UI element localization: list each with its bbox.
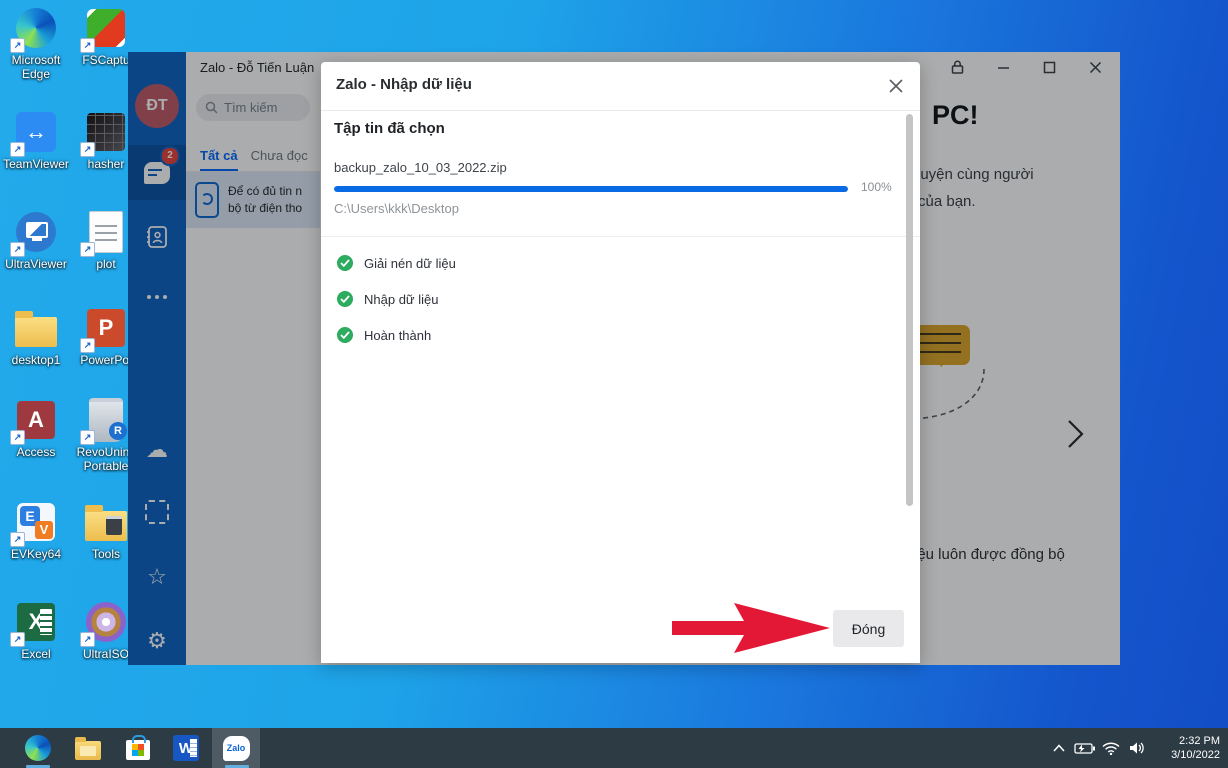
check-circle-icon — [337, 255, 353, 271]
shortcut-arrow-icon: ↗ — [80, 430, 95, 445]
shortcut-arrow-icon: ↗ — [80, 142, 95, 157]
step-complete: Hoàn thành — [337, 327, 431, 343]
shortcut-arrow-icon: ↗ — [80, 38, 95, 53]
step-label: Nhập dữ liệu — [364, 292, 438, 307]
desktop-icon-desktop1[interactable]: desktop1 — [0, 306, 72, 367]
desktop-icon-label: Access — [0, 445, 72, 459]
desktop-icon-label: EVKey64 — [0, 547, 72, 561]
desktop-icon-teamviewer[interactable]: ↔↗ TeamViewer — [0, 110, 72, 171]
file-path: C:\Users\kkk\Desktop — [334, 201, 459, 216]
import-dialog: Zalo - Nhập dữ liệu Tập tin đã chọn back… — [321, 62, 920, 663]
shortcut-arrow-icon: ↗ — [10, 38, 25, 53]
taskbar-edge-button[interactable] — [16, 728, 60, 768]
step-label: Hoàn thành — [364, 328, 431, 343]
shortcut-arrow-icon: ↗ — [80, 242, 95, 257]
desktop-icon-label: Excel — [0, 647, 72, 661]
progress-bar — [334, 186, 848, 192]
backup-file-name: backup_zalo_10_03_2022.zip — [334, 160, 507, 175]
desktop-icon-label: desktop1 — [0, 353, 72, 367]
shortcut-arrow-icon: ↗ — [10, 532, 25, 547]
taskbar-zalo-button[interactable]: Zalo — [212, 728, 260, 768]
desktop-icon-label: TeamViewer — [0, 157, 72, 171]
tools-folder-icon — [85, 511, 127, 541]
step-extract: Giải nén dữ liệu — [337, 255, 456, 271]
divider — [321, 236, 920, 237]
clock-date: 3/10/2022 — [1154, 748, 1220, 762]
dialog-header: Zalo - Nhập dữ liệu — [321, 62, 920, 111]
shortcut-arrow-icon: ↗ — [10, 242, 25, 257]
desktop-icon-evkey64[interactable]: ↗ EVKey64 — [0, 500, 72, 561]
volume-icon[interactable] — [1124, 728, 1150, 768]
folder-icon — [15, 317, 57, 347]
shortcut-arrow-icon: ↗ — [80, 632, 95, 647]
dialog-close-icon[interactable] — [888, 78, 904, 94]
shortcut-arrow-icon: ↗ — [10, 430, 25, 445]
taskbar-store-button[interactable] — [116, 728, 160, 768]
red-arrow-annotation — [660, 598, 840, 662]
desktop-icon-ultraviewer[interactable]: ↗ UltraViewer — [0, 210, 72, 271]
check-circle-icon — [337, 291, 353, 307]
step-import: Nhập dữ liệu — [337, 291, 438, 307]
word-icon: W — [173, 735, 199, 761]
desktop-icon-label: UltraViewer — [0, 257, 72, 271]
taskbar-explorer-button[interactable] — [66, 728, 110, 768]
progress-fill — [334, 186, 848, 192]
check-circle-icon — [337, 327, 353, 343]
shortcut-arrow-icon: ↗ — [10, 632, 25, 647]
dialog-scrollbar-thumb[interactable] — [906, 114, 913, 506]
desktop-icon-label: Microsoft Edge — [0, 53, 72, 81]
tray-chevron-up-icon[interactable] — [1046, 728, 1072, 768]
clock-time: 2:32 PM — [1154, 734, 1220, 748]
taskbar: W Zalo 2:32 PM 3/10/2022 — [0, 728, 1228, 768]
desktop-icon-access[interactable]: A↗ Access — [0, 398, 72, 459]
taskbar-word-button[interactable]: W — [164, 728, 208, 768]
selected-file-heading: Tập tin đã chọn — [334, 120, 445, 137]
zalo-icon: Zalo — [223, 736, 250, 761]
file-explorer-icon — [75, 741, 101, 760]
desktop-icon-excel[interactable]: X↗ Excel — [0, 600, 72, 661]
close-dialog-button[interactable]: Đóng — [833, 610, 904, 647]
taskbar-clock[interactable]: 2:32 PM 3/10/2022 — [1154, 734, 1228, 762]
dialog-title: Zalo - Nhập dữ liệu — [336, 76, 472, 93]
desktop-icon-microsoft-edge[interactable]: ↗ Microsoft Edge — [0, 6, 72, 81]
microsoft-store-icon — [126, 740, 150, 760]
wifi-icon[interactable] — [1098, 728, 1124, 768]
edge-icon — [25, 735, 51, 761]
step-label: Giải nén dữ liệu — [364, 256, 456, 271]
progress-percent: 100% — [861, 180, 892, 194]
shortcut-arrow-icon: ↗ — [10, 142, 25, 157]
shortcut-arrow-icon: ↗ — [80, 338, 95, 353]
battery-icon[interactable] — [1072, 728, 1098, 768]
